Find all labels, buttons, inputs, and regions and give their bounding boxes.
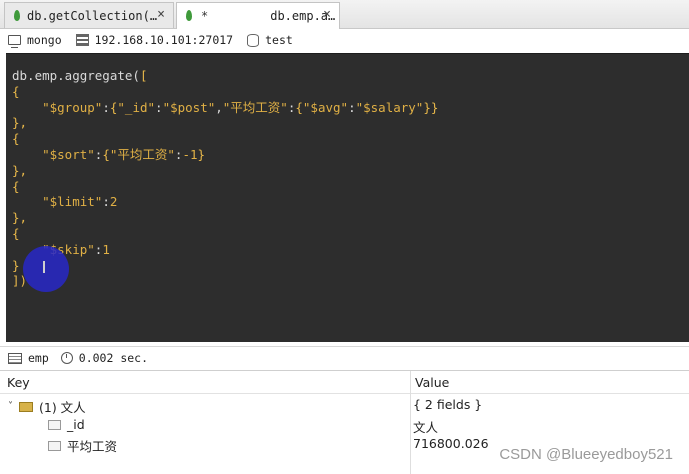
- result-collection: emp: [28, 351, 49, 365]
- watermark: CSDN @Blueeyedboy521: [499, 446, 673, 463]
- row-key-label: 平均工资: [67, 439, 118, 454]
- text-cursor-icon: [43, 261, 45, 273]
- connection-bar: mongo 192.168.10.101:27017 test: [0, 29, 689, 51]
- row-key: 平均工资: [48, 436, 117, 455]
- row-key: ˅ (1) 文人: [8, 397, 86, 416]
- code-line[interactable]: },: [12, 210, 438, 226]
- tree-row[interactable]: ˅ (1) 文人 { 2 fields }: [0, 395, 689, 415]
- value-column-header[interactable]: Value: [415, 375, 449, 390]
- clock-icon: [60, 352, 73, 364]
- monitor-icon: [8, 35, 21, 48]
- execution-time: 0.002 sec.: [78, 351, 149, 365]
- query-code[interactable]: db.emp.aggregate([{ "$group":{"_id":"$po…: [12, 68, 438, 289]
- tree-header: Key Value: [0, 371, 689, 394]
- results-status-bar: emp 0.002 sec.: [0, 346, 689, 369]
- code-line[interactable]: "$sort":{"平均工资":-1}: [12, 147, 438, 163]
- close-icon[interactable]: ×: [323, 7, 331, 22]
- row-key: _id: [48, 417, 85, 432]
- close-icon[interactable]: ×: [157, 7, 165, 22]
- number-field-icon: [48, 440, 61, 451]
- row-key-label: (1) 文人: [39, 400, 86, 415]
- tab-bar: db.getCollection(… × * db.emp.a… ×: [0, 0, 689, 29]
- code-line[interactable]: {: [12, 226, 438, 242]
- tree-row[interactable]: _id 文人: [0, 415, 689, 435]
- code-line[interactable]: "$limit":2: [12, 194, 438, 210]
- query-editor[interactable]: db.emp.aggregate([{ "$group":{"_id":"$po…: [6, 53, 689, 342]
- key-column-header[interactable]: Key: [7, 375, 30, 390]
- results-tree: Key Value ˅ (1) 文人 { 2 fields } _id 文人 平…: [0, 370, 689, 474]
- tab-label: db.getCollection(…: [27, 8, 158, 23]
- mouse-highlight: [23, 246, 69, 292]
- tab-emp-aggregate[interactable]: * db.emp.a… ×: [176, 2, 340, 29]
- server-address[interactable]: 192.168.10.101:27017: [95, 33, 233, 47]
- string-field-icon: [48, 419, 61, 430]
- tab-get-collection[interactable]: db.getCollection(… ×: [4, 2, 174, 28]
- code-line[interactable]: {: [12, 84, 438, 100]
- connection-name[interactable]: mongo: [27, 33, 62, 47]
- mongodb-leaf-icon: [13, 9, 21, 22]
- mongodb-leaf-icon: [185, 10, 193, 22]
- document-icon: [19, 401, 33, 412]
- database-icon: [247, 33, 260, 47]
- database-name[interactable]: test: [265, 33, 293, 47]
- code-line[interactable]: },: [12, 115, 438, 131]
- collection-icon: [8, 352, 22, 364]
- code-line[interactable]: }: [12, 258, 438, 274]
- code-line[interactable]: ]): [12, 273, 438, 289]
- unsaved-marker: *: [201, 9, 209, 23]
- chevron-down-icon[interactable]: ˅: [8, 401, 13, 412]
- code-line[interactable]: "$skip":1: [12, 242, 438, 258]
- row-value: 716800.026: [413, 436, 489, 451]
- row-key-label: _id: [67, 417, 85, 432]
- code-line[interactable]: {: [12, 131, 438, 147]
- row-value: { 2 fields }: [413, 397, 483, 412]
- code-line[interactable]: },: [12, 163, 438, 179]
- code-line[interactable]: "$group":{"_id":"$post","平均工资":{"$avg":"…: [12, 100, 438, 116]
- server-icon: [75, 34, 89, 46]
- code-line[interactable]: {: [12, 179, 438, 195]
- code-line[interactable]: db.emp.aggregate([: [12, 68, 438, 84]
